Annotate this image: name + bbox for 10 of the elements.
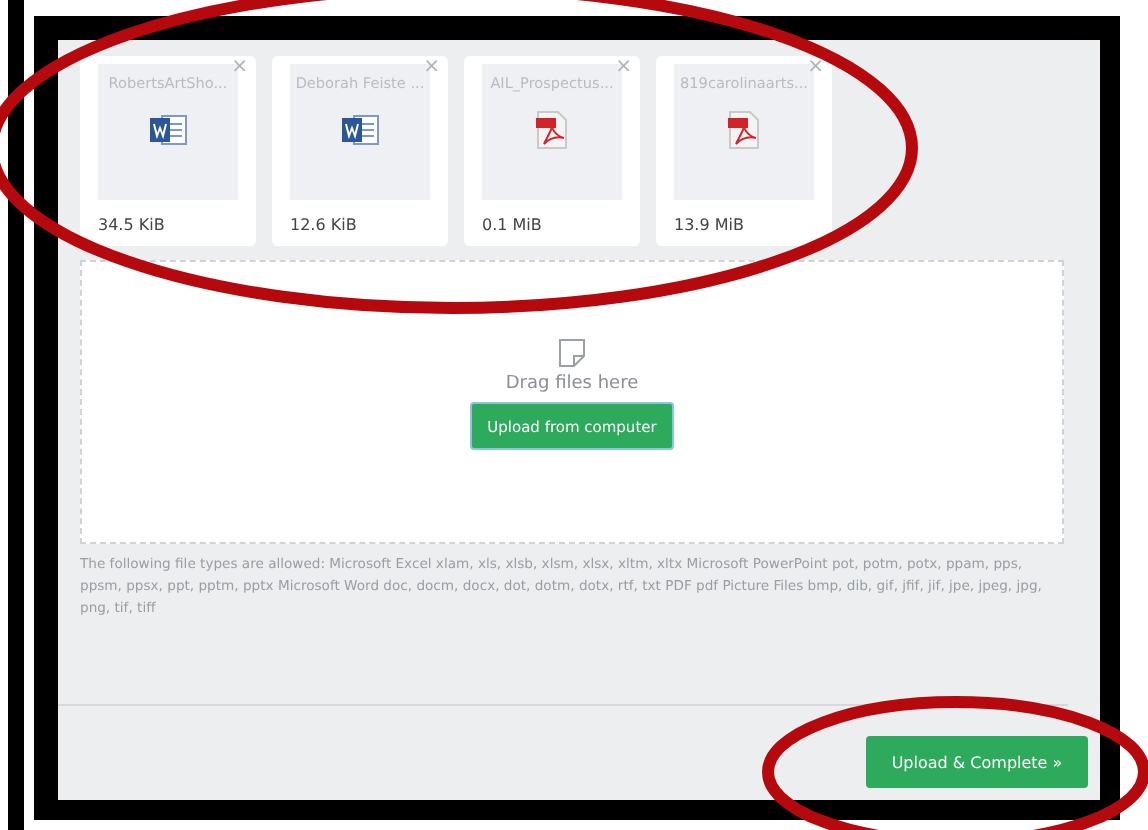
upload-complete-button[interactable]: Upload & Complete »: [866, 736, 1088, 788]
file-size: 34.5 KiB: [98, 216, 167, 234]
remove-file-button[interactable]: ×: [807, 56, 824, 78]
file-size: 0.1 MiB: [482, 216, 544, 234]
remove-file-button[interactable]: ×: [423, 56, 440, 78]
drag-hint: Drag files here: [505, 374, 639, 394]
file-size: 13.9 MiB: [674, 216, 746, 234]
remove-file-button[interactable]: ×: [231, 56, 248, 78]
remove-file-button[interactable]: ×: [615, 56, 632, 78]
file-size: 12.6 KiB: [290, 216, 359, 234]
